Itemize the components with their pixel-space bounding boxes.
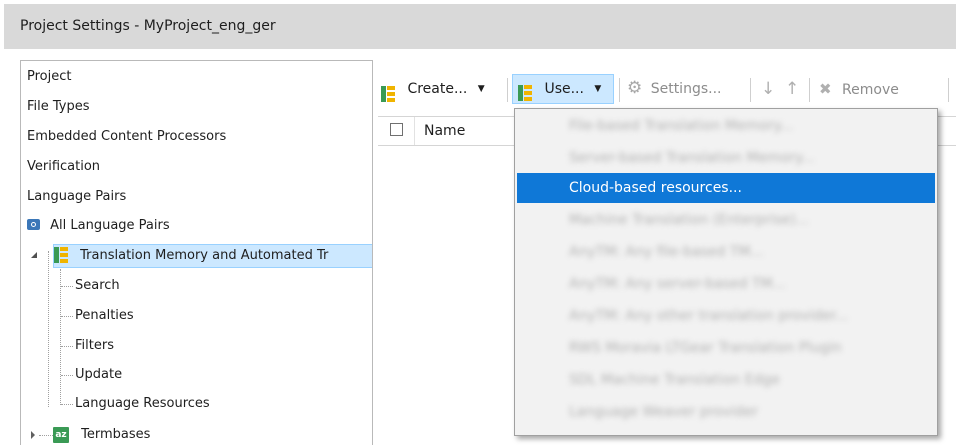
tree-item-label: Search bbox=[75, 278, 120, 293]
use-button[interactable]: Use... ▼ bbox=[512, 74, 614, 104]
tree-item-label: Termbases bbox=[81, 427, 151, 442]
tree-item-label: Translation Memory and Automated Tr bbox=[80, 248, 329, 263]
translation-memory-icon bbox=[54, 246, 68, 263]
create-button-label: Create... bbox=[407, 81, 468, 97]
tree-item-label: Verification bbox=[27, 159, 101, 174]
column-divider bbox=[414, 117, 415, 145]
tree-item-search[interactable]: Search bbox=[75, 274, 120, 298]
column-header-name[interactable]: Name bbox=[424, 123, 465, 139]
toolbar-separator bbox=[750, 78, 751, 102]
menu-item-server-based-tm[interactable]: Server-based Translation Memory... bbox=[517, 143, 935, 173]
menu-item-anytm-file[interactable]: AnyTM: Any file-based TM... bbox=[517, 237, 935, 267]
tree-item-label: Filters bbox=[75, 338, 114, 353]
tree-item-verification[interactable]: Verification bbox=[27, 155, 100, 179]
tree-item-penalties[interactable]: Penalties bbox=[75, 304, 134, 328]
translation-memory-icon bbox=[381, 83, 395, 102]
settings-button[interactable]: ⚙ Settings... bbox=[627, 74, 721, 104]
collapse-arrow-icon[interactable] bbox=[31, 252, 37, 258]
dropdown-caret-icon: ▼ bbox=[594, 84, 602, 94]
translation-memory-icon bbox=[518, 83, 532, 101]
tree-item-update[interactable]: Update bbox=[75, 363, 122, 387]
toolbar-separator bbox=[507, 78, 508, 102]
gear-icon: ⚙ bbox=[627, 78, 643, 98]
tree-item-label: Penalties bbox=[75, 308, 134, 323]
tree-item-language-pairs[interactable]: Language Pairs bbox=[27, 185, 126, 209]
tree-item-filters[interactable]: Filters bbox=[75, 334, 114, 358]
select-all-checkbox[interactable] bbox=[390, 123, 403, 136]
tree-connector bbox=[60, 269, 61, 405]
menu-item-mt-edge[interactable]: SDL Machine Translation Edge bbox=[517, 365, 935, 395]
tree-item-label: Language Pairs bbox=[27, 189, 127, 204]
tree-item-termbases[interactable]: az Termbases bbox=[53, 423, 150, 445]
menu-item-file-based-tm[interactable]: File-based Translation Memory... bbox=[517, 111, 935, 141]
remove-button-label: Remove bbox=[842, 82, 899, 98]
use-button-label: Use... bbox=[544, 81, 584, 97]
tree-item-translation-memory[interactable]: Translation Memory and Automated Tr bbox=[53, 244, 372, 268]
title-bar: Project Settings - MyProject_eng_ger bbox=[4, 4, 956, 49]
tree-item-project[interactable]: Project bbox=[27, 65, 71, 89]
tree-item-label: Embedded Content Processors bbox=[27, 129, 227, 144]
menu-item-cloud-based-resources[interactable]: Cloud-based resources... bbox=[517, 173, 935, 203]
tree-connector bbox=[61, 404, 73, 405]
menu-item-machine-translation[interactable]: Machine Translation (Enterprise)... bbox=[517, 205, 935, 235]
tree-connector bbox=[61, 316, 73, 317]
menu-item-plugin[interactable]: RWS Moravia LTGear Translation Plugin bbox=[517, 333, 935, 363]
settings-button-label: Settings... bbox=[650, 81, 722, 97]
move-down-button[interactable]: ↓ bbox=[761, 74, 775, 104]
tree-connector bbox=[61, 375, 73, 376]
menu-item-language-weaver[interactable]: Language Weaver provider bbox=[517, 397, 935, 427]
toolbar-separator bbox=[809, 78, 810, 102]
remove-icon: ✖ bbox=[819, 80, 832, 98]
menu-item-anytm-other[interactable]: AnyTM: Any other translation provider... bbox=[517, 301, 935, 331]
tree-item-label: Project bbox=[27, 69, 72, 84]
tree-item-language-resources[interactable]: Language Resources bbox=[75, 392, 210, 416]
menu-item-anytm-server[interactable]: AnyTM: Any server-based TM... bbox=[517, 269, 935, 299]
tree-item-label: All Language Pairs bbox=[50, 218, 170, 233]
tree-item-label: Update bbox=[75, 367, 123, 382]
tree-item-label: File Types bbox=[27, 99, 90, 114]
toolbar: Create... ▼ Use... ▼ ⚙ Settings... ↓ ↑ ✖… bbox=[373, 70, 956, 108]
toolbar-separator bbox=[619, 78, 620, 102]
move-up-button[interactable]: ↑ bbox=[785, 74, 799, 104]
toolbar-separator bbox=[948, 78, 949, 102]
remove-button[interactable]: ✖ Remove bbox=[819, 74, 899, 104]
arrow-up-icon: ↑ bbox=[785, 79, 800, 99]
window-title: Project Settings - MyProject_eng_ger bbox=[20, 18, 276, 34]
language-pairs-icon bbox=[27, 219, 40, 230]
tree-item-file-types[interactable]: File Types bbox=[27, 95, 90, 119]
tree-item-embedded-content-processors[interactable]: Embedded Content Processors bbox=[27, 125, 226, 149]
create-button[interactable]: Create... ▼ bbox=[381, 74, 485, 104]
tree-connector bbox=[61, 286, 73, 287]
use-dropdown-menu: File-based Translation Memory... Server-… bbox=[514, 108, 938, 436]
tree-connector bbox=[48, 251, 49, 407]
expand-arrow-icon[interactable] bbox=[31, 431, 35, 439]
dropdown-caret-icon: ▼ bbox=[477, 84, 485, 94]
tree-connector bbox=[61, 346, 73, 347]
settings-tree: Project File Types Embedded Content Proc… bbox=[20, 60, 373, 445]
arrow-down-icon: ↓ bbox=[761, 79, 776, 99]
tree-item-all-language-pairs[interactable]: All Language Pairs bbox=[27, 214, 170, 238]
termbase-icon: az bbox=[53, 426, 69, 443]
tree-item-label: Language Resources bbox=[75, 396, 210, 411]
